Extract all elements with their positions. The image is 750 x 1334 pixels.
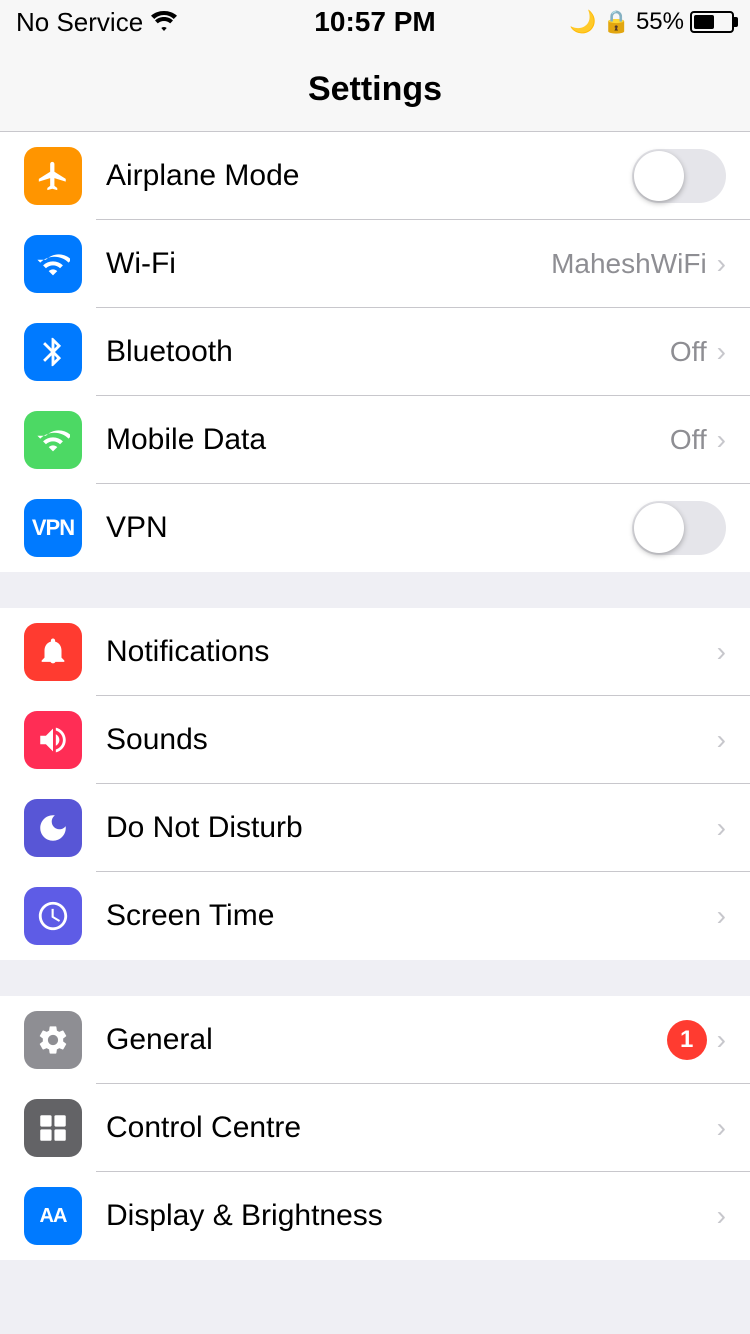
mobile-data-value: Off [670,424,707,456]
vpn-icon: VPN [24,499,82,557]
sounds-chevron: › [717,724,726,756]
general-chevron: › [717,1024,726,1056]
settings-item-notifications[interactable]: Notifications › [0,608,750,696]
bluetooth-chevron: › [717,336,726,368]
settings-item-mobile-data[interactable]: Mobile Data Off › [0,396,750,484]
control-centre-chevron: › [717,1112,726,1144]
settings-item-airplane-mode[interactable]: Airplane Mode [0,132,750,220]
wifi-label: Wi-Fi [106,247,551,281]
display-brightness-label: Display & Brightness [106,1199,717,1233]
settings-item-display-brightness[interactable]: AA Display & Brightness › [0,1172,750,1260]
notifications-chevron: › [717,636,726,668]
vpn-toggle[interactable] [632,501,726,555]
screen-time-icon [24,887,82,945]
airplane-mode-toggle[interactable] [632,149,726,203]
section-gap-2 [0,960,750,996]
wifi-value: MaheshWiFi [551,248,707,280]
carrier-text: No Service [16,7,143,38]
do-not-disturb-chevron: › [717,812,726,844]
general-label: General [106,1023,667,1057]
mobile-data-chevron: › [717,424,726,456]
settings-section-system: General 1 › Control Centre › AA Display … [0,996,750,1260]
battery-percent: 55% [636,8,684,36]
page-title: Settings [308,70,442,109]
sounds-icon [24,711,82,769]
vpn-text: VPN [32,515,74,541]
mobile-data-label: Mobile Data [106,423,670,457]
notifications-icon [24,623,82,681]
bluetooth-value: Off [670,336,707,368]
display-brightness-chevron: › [717,1200,726,1232]
section-gap-1 [0,572,750,608]
mobile-data-icon [24,411,82,469]
control-centre-icon [24,1099,82,1157]
bluetooth-label: Bluetooth [106,335,670,369]
general-badge: 1 [667,1020,707,1060]
general-icon [24,1011,82,1069]
do-not-disturb-settings-icon [24,799,82,857]
settings-section-connectivity: Airplane Mode Wi-Fi MaheshWiFi › Bluetoo… [0,132,750,572]
status-time: 10:57 PM [314,6,435,38]
nav-bar: Settings [0,44,750,132]
settings-item-vpn[interactable]: VPN VPN [0,484,750,572]
screen-time-chevron: › [717,900,726,932]
do-not-disturb-label: Do Not Disturb [106,811,717,845]
wifi-icon [151,7,177,38]
display-brightness-icon: AA [24,1187,82,1245]
status-bar: No Service 10:57 PM 🌙 🔒 55% [0,0,750,44]
battery-icon [690,11,734,33]
notifications-label: Notifications [106,635,717,669]
settings-item-do-not-disturb[interactable]: Do Not Disturb › [0,784,750,872]
wifi-settings-icon [24,235,82,293]
settings-item-wifi[interactable]: Wi-Fi MaheshWiFi › [0,220,750,308]
airplane-mode-label: Airplane Mode [106,159,632,193]
screen-time-label: Screen Time [106,899,717,933]
bluetooth-icon [24,323,82,381]
status-right: 🌙 🔒 55% [569,8,734,36]
lock-icon: 🔒 [603,9,630,35]
airplane-mode-icon [24,147,82,205]
status-left: No Service [16,7,177,38]
settings-item-sounds[interactable]: Sounds › [0,696,750,784]
do-not-disturb-icon: 🌙 [569,9,596,35]
settings-section-notifications: Notifications › Sounds › Do Not Disturb … [0,608,750,960]
display-text: AA [40,1205,67,1228]
wifi-chevron: › [717,248,726,280]
settings-item-screen-time[interactable]: Screen Time › [0,872,750,960]
settings-item-general[interactable]: General 1 › [0,996,750,1084]
settings-item-control-centre[interactable]: Control Centre › [0,1084,750,1172]
settings-item-bluetooth[interactable]: Bluetooth Off › [0,308,750,396]
control-centre-label: Control Centre [106,1111,717,1145]
sounds-label: Sounds [106,723,717,757]
vpn-label: VPN [106,511,632,545]
